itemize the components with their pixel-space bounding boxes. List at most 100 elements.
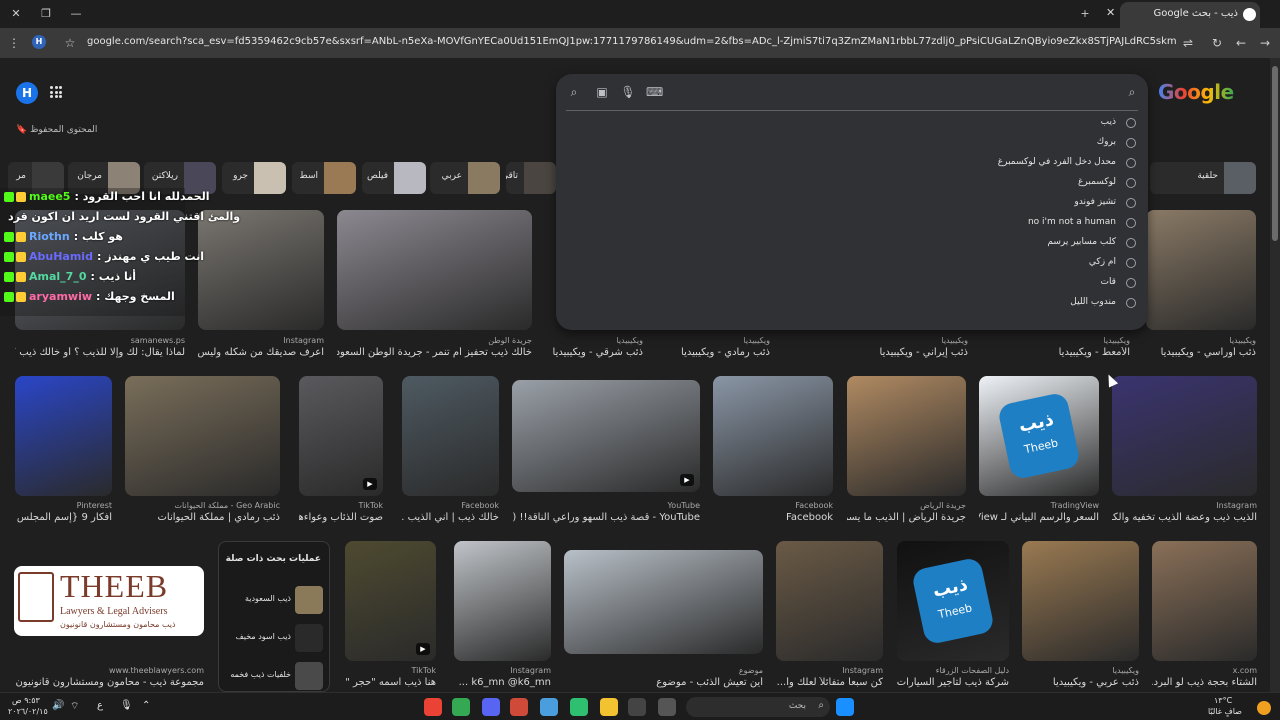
result-source[interactable]: ويكيبيديا — [941, 336, 968, 345]
result-title[interactable]: الذيب ذيب وعضة الذيب تخفيه والكا... — [1112, 512, 1257, 523]
result-title[interactable]: خالك ذيب | أني الذيب ... — [402, 512, 499, 523]
filter-chip[interactable]: عربي — [430, 162, 500, 194]
result-title[interactable]: جريدة الرياض | الذيب ما يسر... — [847, 512, 966, 523]
browser-profile-icon[interactable]: H — [32, 35, 46, 49]
result-title[interactable]: مجموعة ذيب - محامون ومستشارون قانونيون — [15, 677, 204, 688]
suggestion-item[interactable]: مندوب الليل — [568, 294, 1138, 314]
result-source[interactable]: Facebook — [795, 501, 833, 510]
image-result[interactable]: ذيب Theeb — [979, 376, 1099, 496]
result-title[interactable]: أفكار 9 {إسم المجلس } ... — [15, 512, 112, 523]
filter-chip[interactable]: فيلص — [362, 162, 426, 194]
restore-window-icon[interactable]: ❐ — [38, 6, 54, 22]
suggestion-item[interactable]: بروك — [568, 134, 1138, 154]
result-title[interactable]: كن سبعاً متفائلاً لعلك وأ... — [777, 677, 883, 688]
image-result[interactable] — [198, 210, 324, 330]
account-avatar[interactable]: H — [16, 82, 38, 104]
chrome-active-icon[interactable] — [540, 698, 558, 716]
result-title[interactable]: هنا ذيب اسمه "حجر "... — [345, 677, 436, 688]
result-source[interactable]: ويكيبيديا — [1112, 666, 1139, 675]
image-result[interactable] — [847, 376, 966, 496]
close-window-icon[interactable]: ✕ — [8, 6, 24, 22]
result-source[interactable]: www.theeblawyers.com — [109, 666, 204, 675]
google-logo[interactable]: Google — [1158, 80, 1234, 104]
tune-icon[interactable]: ⇌ — [1180, 35, 1196, 51]
result-source[interactable]: جريدة الوطن — [488, 336, 532, 345]
result-source[interactable]: TradingView — [1051, 501, 1099, 510]
lens-camera-icon[interactable]: ▣ — [594, 84, 610, 100]
result-source[interactable]: samanews.ps — [131, 336, 185, 345]
result-source[interactable]: Pinterest — [77, 501, 112, 510]
result-title[interactable]: السعر والرسم البياني لـ TradingView — [979, 512, 1099, 523]
bookmark-star-icon[interactable]: ☆ — [62, 35, 78, 51]
image-result[interactable] — [454, 541, 551, 661]
store-icon[interactable] — [628, 698, 646, 716]
suggestion-item[interactable]: لوكسمبرغ — [568, 174, 1138, 194]
result-title[interactable]: ذئب رمادي - ويكيبيديا — [681, 347, 770, 358]
start-windows-icon[interactable] — [836, 698, 854, 716]
apps-grid-icon[interactable] — [50, 86, 62, 98]
microphone-tray-icon[interactable]: 🎙 — [120, 700, 133, 711]
image-result[interactable]: ▶ — [345, 541, 436, 661]
discord-icon[interactable] — [482, 698, 500, 716]
image-result[interactable]: ▶ — [512, 380, 700, 492]
image-result[interactable] — [776, 541, 883, 661]
volume-icon[interactable]: 🔊 — [52, 700, 64, 711]
result-source[interactable]: ويكيبيديا — [616, 336, 643, 345]
scrollbar-thumb[interactable] — [1272, 66, 1278, 241]
result-title[interactable]: خالك ذيب تحفيز أم تنمر - جريدة الوطن الس… — [337, 347, 532, 358]
image-result[interactable] — [1022, 541, 1139, 661]
result-source[interactable]: Instagram — [510, 666, 551, 675]
suggestion-item[interactable]: قات — [568, 274, 1138, 294]
result-title[interactable]: YouTube - قصة ذيب السهو وراعي الناقة!! (… — [512, 512, 700, 523]
related-item[interactable]: ذيب السعودية — [221, 584, 325, 616]
result-title[interactable]: ذئب عربي - ويكيبيديا — [1053, 677, 1139, 688]
result-title[interactable]: ذئب شرقي - ويكيبيديا — [553, 347, 643, 358]
wifi-icon[interactable]: ⌔ — [70, 700, 79, 713]
result-title[interactable]: ذئب إيراني - ويكيبيديا — [880, 347, 968, 358]
filter-chip[interactable]: جرو — [222, 162, 286, 194]
suggestion-item[interactable]: محدل دخل الفرد في لوكسمبرغ — [568, 154, 1138, 174]
result-source[interactable]: ويكيبيديا — [1103, 336, 1130, 345]
taskbar-search-box[interactable]: بحث ⌕ — [686, 697, 830, 717]
tab-active[interactable]: ✕ ذيب - بحث Google — [1106, 2, 1260, 28]
result-source[interactable]: Instagram — [842, 666, 883, 675]
filter-chip[interactable]: تاقي — [506, 162, 556, 194]
clock-time[interactable]: ٩:٥٣ ص — [12, 696, 40, 705]
close-tab-icon[interactable]: ✕ — [1106, 6, 1115, 19]
image-result[interactable] — [1152, 541, 1257, 661]
task-view-icon[interactable] — [658, 698, 676, 716]
result-source[interactable]: Facebook — [461, 501, 499, 510]
result-source[interactable]: Instagram — [283, 336, 324, 345]
image-result[interactable] — [337, 210, 532, 330]
result-title[interactable]: ذئب أوراسي - ويكيبيديا — [1161, 347, 1256, 358]
image-result[interactable] — [1146, 210, 1256, 330]
forward-icon[interactable]: ← — [1233, 35, 1249, 51]
image-result[interactable]: ذيب Theeb — [897, 541, 1009, 661]
theeb-lawyers-logo-image[interactable]: THEEB Lawyers & Legal Advisers ذيب محامو… — [14, 566, 204, 636]
language-indicator[interactable]: ع — [97, 700, 103, 711]
app-icon[interactable] — [570, 698, 588, 716]
search-submit-icon[interactable]: ⌕ — [566, 84, 582, 100]
file-explorer-icon[interactable] — [600, 698, 618, 716]
microphone-icon[interactable]: 🎙 — [620, 84, 636, 100]
image-result[interactable] — [713, 376, 833, 496]
result-title[interactable]: الأمعط - ويكيبيديا — [1059, 347, 1130, 358]
image-result[interactable] — [402, 376, 499, 496]
result-source[interactable]: TikTok — [358, 501, 383, 510]
result-source[interactable]: موضوع — [739, 666, 763, 675]
keyboard-icon[interactable]: ⌨ — [646, 84, 663, 100]
result-source[interactable]: ويكيبيديا — [1229, 336, 1256, 345]
result-source[interactable]: Geo Arabic - مملكة الحيوانات — [175, 501, 281, 510]
suggestion-item[interactable]: ام زكي — [568, 254, 1138, 274]
result-title[interactable]: ذئب رمادي | مملكة الحيوانات — [158, 512, 280, 523]
suggestion-item[interactable]: no i'm not a human — [568, 214, 1138, 234]
image-result[interactable] — [1112, 376, 1257, 496]
clock-date[interactable]: ٢٠٢٦/٠٢/١٥ — [8, 707, 48, 716]
suggestion-item[interactable]: ذيب — [568, 114, 1138, 134]
result-source[interactable]: TikTok — [411, 666, 436, 675]
address-bar[interactable]: google.com/search?sca_esv=fd5359462c9cb5… — [87, 36, 1177, 47]
result-title[interactable]: شركة ذيب لتأجير السيارات... — [897, 677, 1009, 688]
related-item[interactable]: خلفيات ذيب فخمه — [221, 660, 325, 692]
result-title[interactable]: أين تعيش الذئب - موضوع — [656, 677, 763, 688]
saved-content-link[interactable]: المحتوى المحفوظ 🔖 — [16, 125, 97, 135]
